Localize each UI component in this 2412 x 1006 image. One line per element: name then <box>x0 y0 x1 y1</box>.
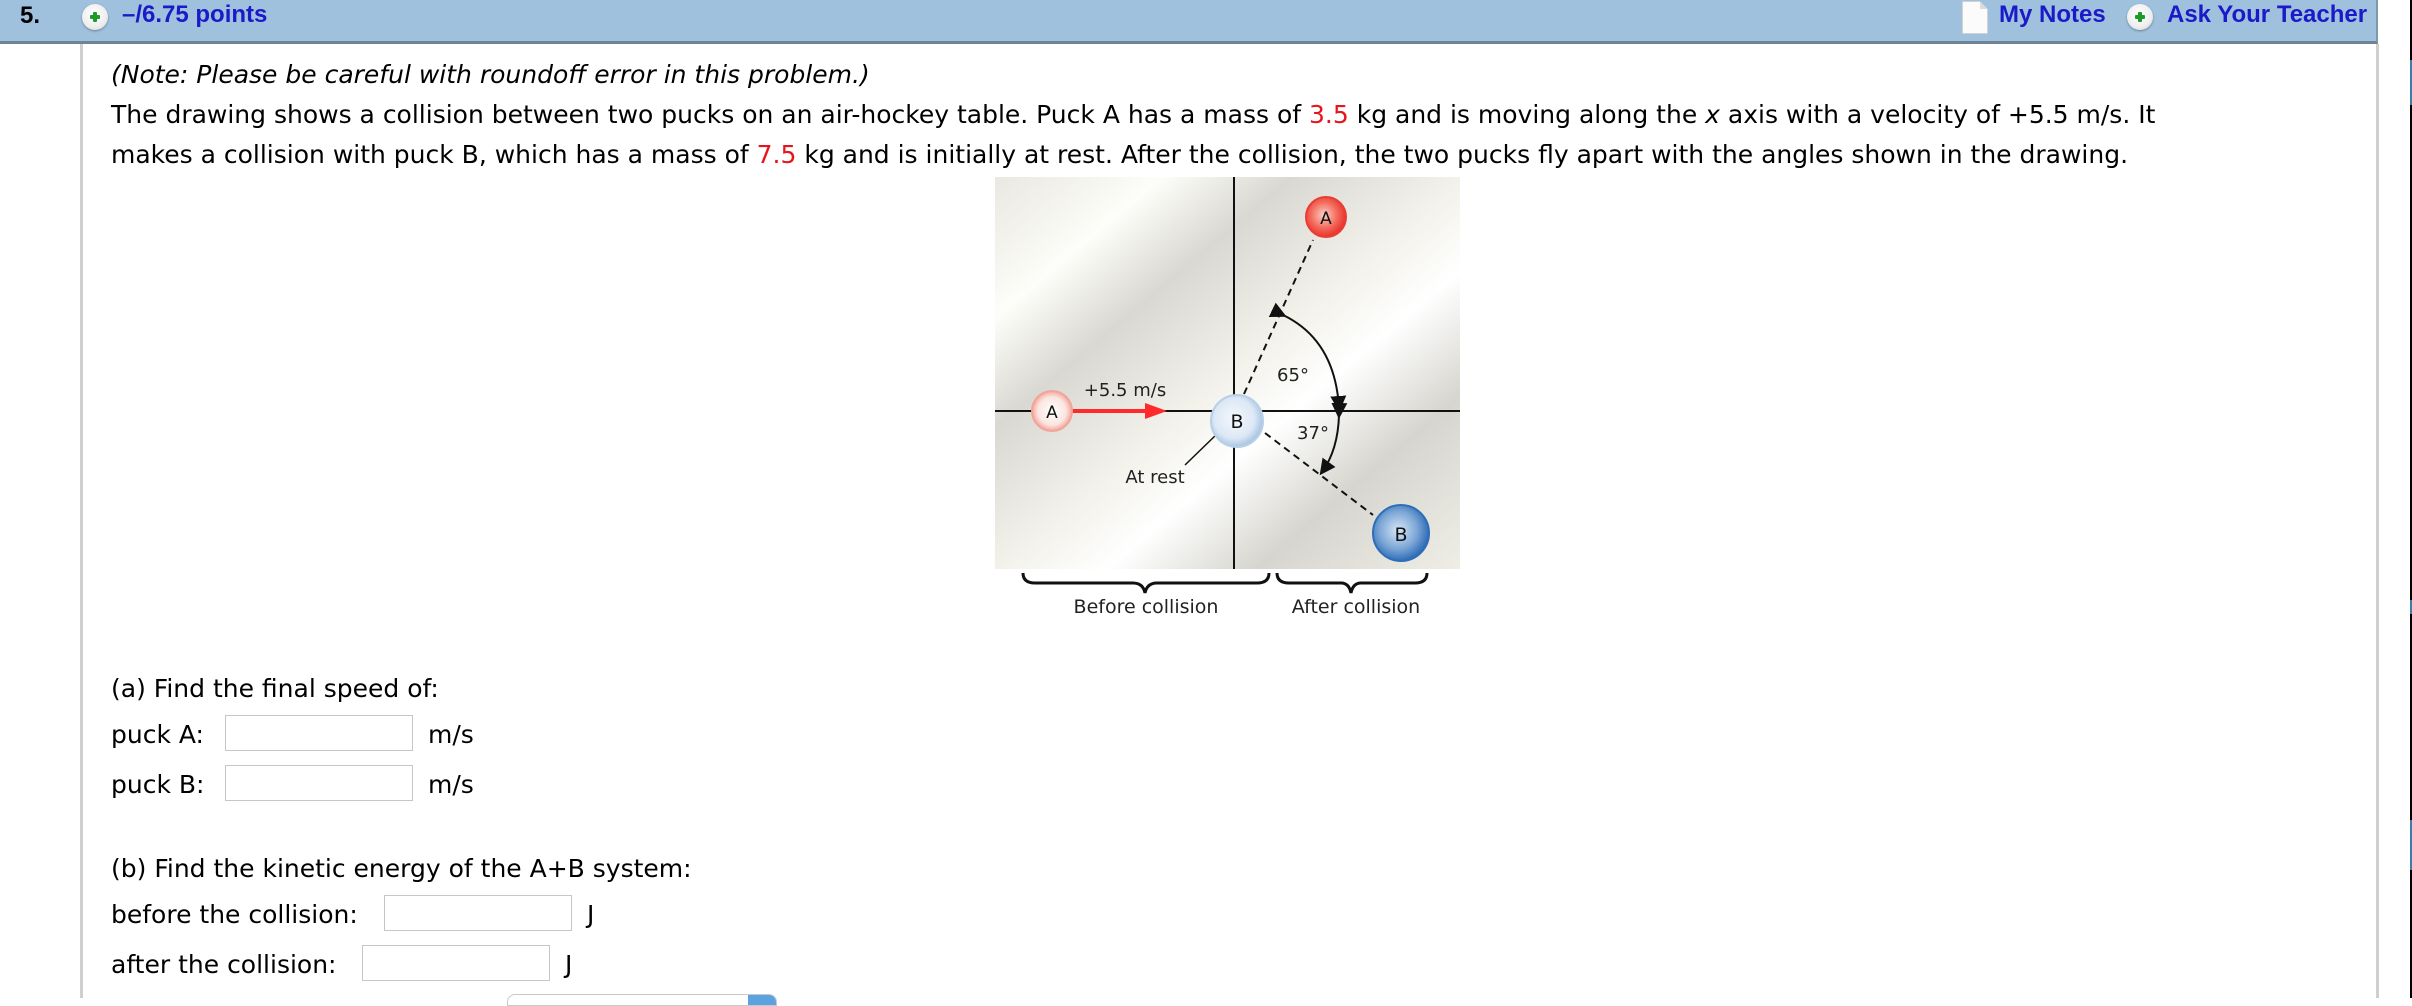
part-b-prompt: (b) Find the kinetic energy of the A+B s… <box>111 854 692 883</box>
axis-variable: x <box>1705 100 1720 129</box>
ke-before-label: before the collision: <box>111 900 358 929</box>
dropdown-button[interactable] <box>748 995 776 1005</box>
notes-page-icon[interactable] <box>1962 1 1988 34</box>
velocity-label: +5.5 m/s <box>1084 380 1166 401</box>
problem-text-part: kg and is moving along the <box>1348 100 1706 129</box>
puck-b-after: B <box>1372 504 1430 562</box>
mass-a-value: 3.5 <box>1309 100 1349 129</box>
before-collision-label: Before collision <box>1074 596 1219 618</box>
problem-text-part: The drawing shows a collision between tw… <box>111 100 1309 129</box>
puck-a-speed-input[interactable] <box>225 715 413 751</box>
roundoff-note: (Note: Please be careful with roundoff e… <box>111 60 870 89</box>
part-a-prompt: (a) Find the final speed of: <box>111 674 439 703</box>
angle-37-label: 37° <box>1297 423 1329 444</box>
mass-b-value: 7.5 <box>756 140 797 169</box>
left-gutter-divider <box>80 44 83 998</box>
puck-b-before: B <box>1210 394 1264 448</box>
plus-circle-icon[interactable] <box>82 4 108 30</box>
after-collision-brace <box>1275 572 1429 594</box>
angle-65-label: 65° <box>1277 365 1309 386</box>
ke-after-input[interactable] <box>362 945 550 981</box>
puck-a-label: A <box>1320 209 1332 229</box>
ask-your-teacher-link[interactable]: Ask Your Teacher <box>2167 1 2367 29</box>
puck-b-speed-label: puck B: <box>111 770 205 799</box>
collision-diagram: A B A B +5.5 m/s At rest 65° 37° Before … <box>995 175 1465 625</box>
after-collision-label: After collision <box>1292 596 1420 618</box>
plus-circle-icon[interactable] <box>2127 4 2153 30</box>
puck-b-label: B <box>1394 524 1407 546</box>
problem-text-part: makes a collision with puck B, which has… <box>111 140 757 169</box>
my-notes-link[interactable]: My Notes <box>1999 1 2106 29</box>
problem-statement: (Note: Please be careful with roundoff e… <box>111 55 2361 175</box>
problem-text-part: axis with a velocity of +5.5 m/s. It <box>1719 100 2156 129</box>
puck-b-speed-unit: m/s <box>428 770 474 799</box>
puck-b-speed-input[interactable] <box>225 765 413 801</box>
puck-b-label: B <box>1230 411 1243 433</box>
question-number: 5. <box>20 2 41 29</box>
right-border <box>2376 44 2379 998</box>
collision-diagram-svg: A B A B +5.5 m/s At rest 65° 37° Before … <box>995 177 1460 618</box>
ke-after-unit: J <box>565 950 573 979</box>
before-collision-brace <box>1021 572 1271 594</box>
ke-after-label: after the collision: <box>111 950 337 979</box>
puck-a-speed-label: puck A: <box>111 720 204 749</box>
puck-a-label: A <box>1046 403 1058 423</box>
points-label[interactable]: –/6.75 points <box>122 1 267 29</box>
ke-before-input[interactable] <box>384 895 572 931</box>
ke-before-unit: J <box>587 900 595 929</box>
partial-dropdown[interactable] <box>507 994 777 1006</box>
problem-text-part: kg and is initially at rest. After the c… <box>796 140 2129 169</box>
question-header-bar: 5. –/6.75 points My Notes Ask Your Teach… <box>0 0 2378 44</box>
at-rest-label: At rest <box>1125 467 1184 488</box>
problem-text: The drawing shows a collision between tw… <box>111 95 2361 175</box>
puck-a-before: A <box>1031 390 1073 432</box>
puck-a-speed-unit: m/s <box>428 720 474 749</box>
puck-a-after: A <box>1305 196 1347 238</box>
